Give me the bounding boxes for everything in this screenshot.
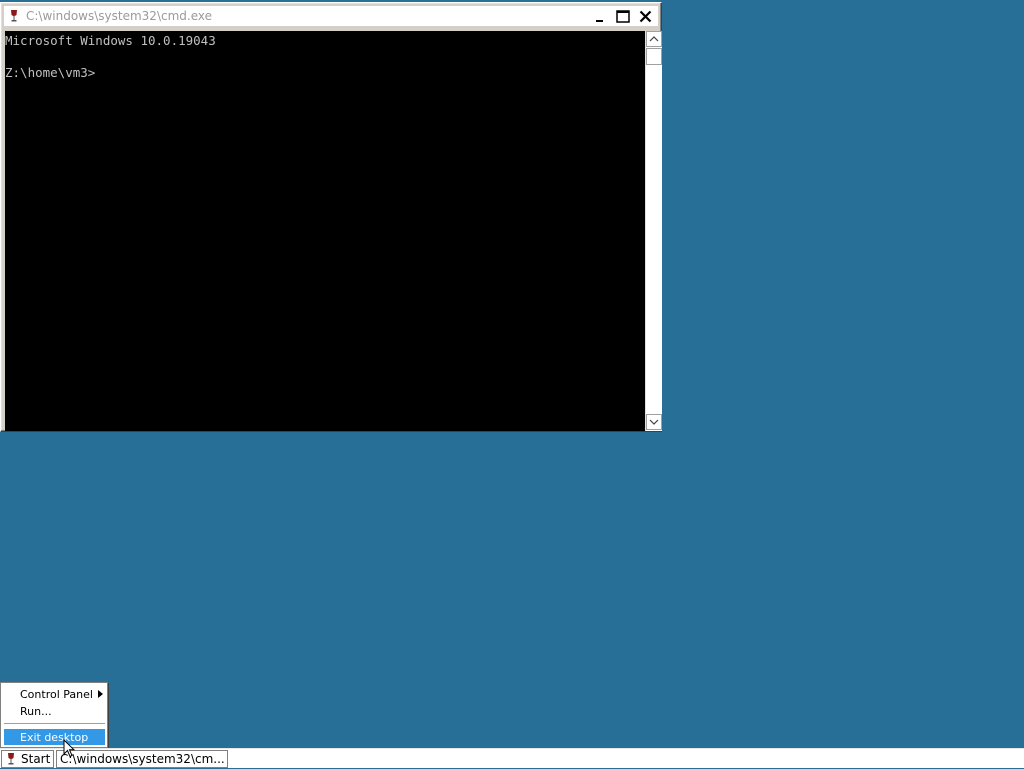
- vertical-scrollbar[interactable]: [645, 31, 662, 431]
- console-prompt: Z:\home\vm3>: [5, 65, 96, 80]
- menu-item-run[interactable]: Run...: [4, 703, 105, 719]
- scroll-up-button[interactable]: [646, 31, 662, 47]
- scrollbar-thumb[interactable]: [646, 48, 662, 65]
- minimize-icon: [595, 19, 603, 22]
- minimize-button[interactable]: [589, 7, 610, 26]
- menu-item-exit-desktop[interactable]: Exit desktop: [4, 729, 105, 745]
- menu-item-label: Run...: [20, 704, 52, 718]
- console-line: Microsoft Windows 10.0.19043: [5, 33, 216, 48]
- wine-glass-icon: [7, 9, 21, 23]
- scroll-down-button[interactable]: [646, 414, 662, 430]
- wine-glass-icon: [5, 752, 17, 766]
- console-window[interactable]: C:\windows\system32\cmd.exe Microsoft Wi…: [0, 2, 662, 432]
- chevron-up-icon: [649, 36, 659, 42]
- menu-item-control-panel[interactable]: Control Panel: [4, 686, 105, 702]
- start-menu: Control Panel Run... Exit desktop: [0, 682, 108, 748]
- console-output[interactable]: Microsoft Windows 10.0.19043 Z:\home\vm3…: [5, 31, 645, 431]
- close-button[interactable]: [635, 7, 656, 26]
- submenu-arrow-icon: [98, 690, 103, 698]
- menu-item-label: Exit desktop: [20, 730, 89, 744]
- mouse-cursor-icon: [63, 739, 75, 758]
- maximize-icon: [615, 10, 630, 23]
- title-bar[interactable]: C:\windows\system32\cmd.exe: [4, 6, 658, 26]
- taskbar-item-cmd[interactable]: C:\windows\system32\cm...: [56, 750, 228, 768]
- start-label: Start: [21, 752, 51, 766]
- taskbar-item-label: C:\windows\system32\cm...: [60, 752, 225, 766]
- maximize-button[interactable]: [612, 7, 633, 26]
- start-button[interactable]: Start: [1, 750, 54, 768]
- close-icon: [639, 10, 652, 23]
- menu-separator: [4, 723, 105, 724]
- taskbar: Start C:\windows\system32\cm...: [0, 748, 1024, 768]
- menu-item-label: Control Panel: [20, 687, 93, 701]
- window-title: C:\windows\system32\cmd.exe: [26, 9, 212, 23]
- chevron-down-icon: [649, 419, 659, 425]
